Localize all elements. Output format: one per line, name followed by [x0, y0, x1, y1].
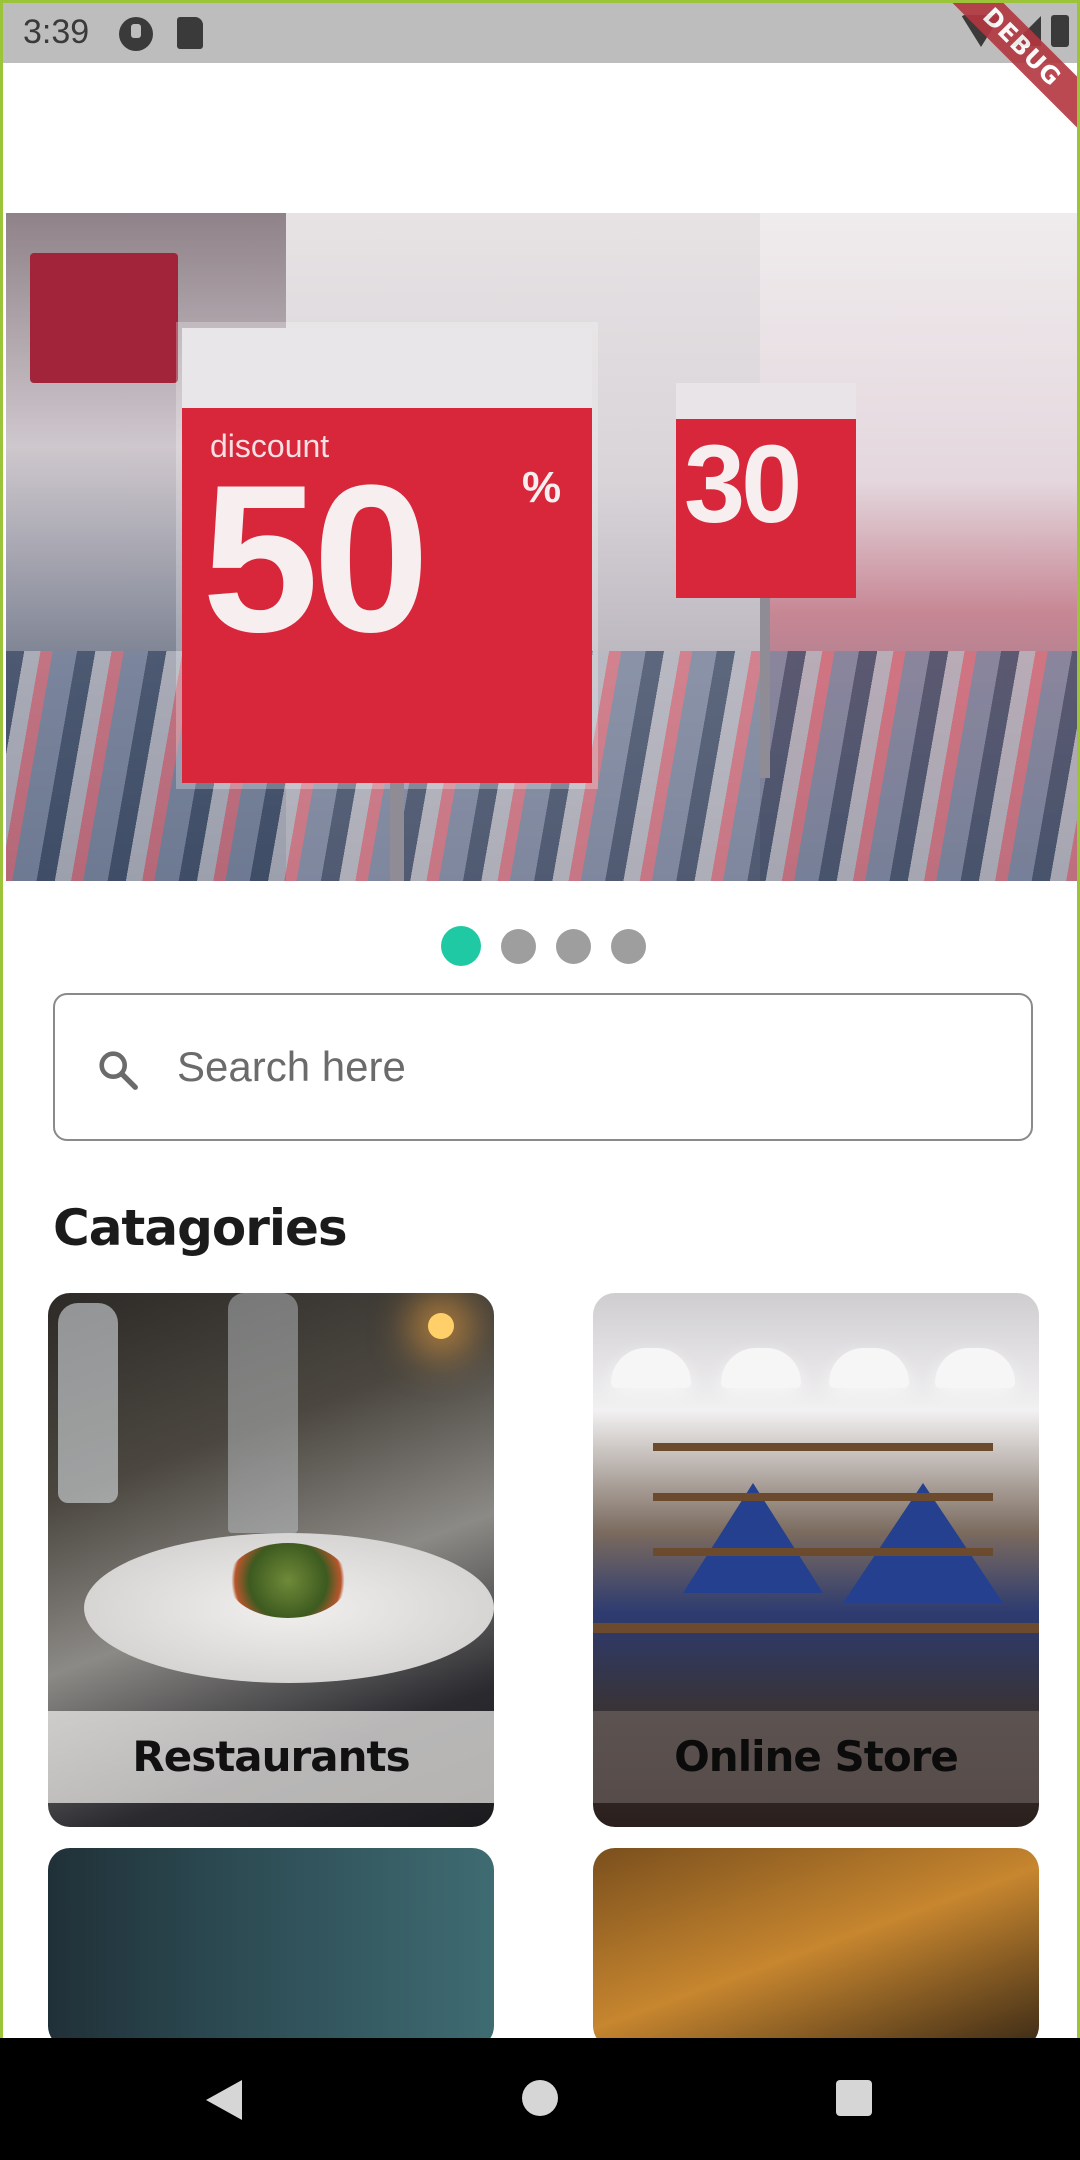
category-label: Restaurants: [48, 1711, 494, 1803]
sign-pole: [760, 598, 770, 778]
sign-discount-value: 50: [202, 441, 430, 676]
status-bar: 3:39: [3, 3, 1077, 63]
discount-sign-30: 30: [676, 383, 856, 598]
category-card-4[interactable]: [593, 1848, 1039, 2048]
notification-p-icon: [119, 17, 153, 51]
category-card-restaurants[interactable]: Restaurants: [48, 1293, 494, 1827]
category-label: Online Store: [593, 1711, 1039, 1803]
glass-image: [58, 1303, 118, 1503]
sign-header: [182, 328, 592, 408]
shelf: [653, 1548, 993, 1556]
sign-pole: [390, 783, 404, 881]
bottle-image: [228, 1293, 298, 1533]
lamp-image: [935, 1348, 1015, 1388]
lamp-image: [611, 1348, 691, 1388]
app-frame: 3:39 DEBUG discount 50 % 30 Search here …: [0, 0, 1080, 2160]
search-box[interactable]: [53, 993, 1033, 1141]
wall-pattern: [843, 1483, 1003, 1603]
lamp-image: [721, 1348, 801, 1388]
sign-header: [676, 383, 856, 419]
shelf: [653, 1493, 993, 1501]
sd-card-icon: [177, 17, 203, 49]
category-card-online-store[interactable]: Online Store: [593, 1293, 1039, 1827]
status-time: 3:39: [23, 13, 90, 51]
promo-carousel[interactable]: discount 50 % 30: [6, 213, 1077, 881]
categories-heading: Catagories: [53, 1199, 348, 1257]
sign-discount-value: 30: [684, 423, 802, 546]
background-sign: [30, 253, 178, 383]
carousel-dot-1[interactable]: [440, 926, 481, 966]
carousel-indicator: [3, 926, 1077, 966]
discount-sign-50: discount 50 %: [182, 328, 592, 783]
back-icon[interactable]: [206, 2080, 242, 2120]
carousel-dot-4[interactable]: [610, 929, 646, 964]
shelf: [653, 1443, 993, 1451]
battery-icon: [1051, 15, 1069, 47]
recent-apps-icon[interactable]: [836, 2080, 872, 2116]
sign-percent-symbol: %: [522, 463, 562, 512]
category-card-3[interactable]: [48, 1848, 494, 2048]
candle-image: [428, 1313, 454, 1339]
system-navigation-bar: [0, 2038, 1080, 2160]
carousel-dot-2[interactable]: [500, 929, 536, 964]
shelf: [593, 1623, 1039, 1633]
lamp-image: [829, 1348, 909, 1388]
carousel-dot-3[interactable]: [555, 929, 591, 964]
search-icon: [99, 1051, 138, 1090]
search-input[interactable]: [177, 995, 997, 1139]
home-icon[interactable]: [522, 2080, 558, 2116]
food-image: [228, 1543, 348, 1618]
